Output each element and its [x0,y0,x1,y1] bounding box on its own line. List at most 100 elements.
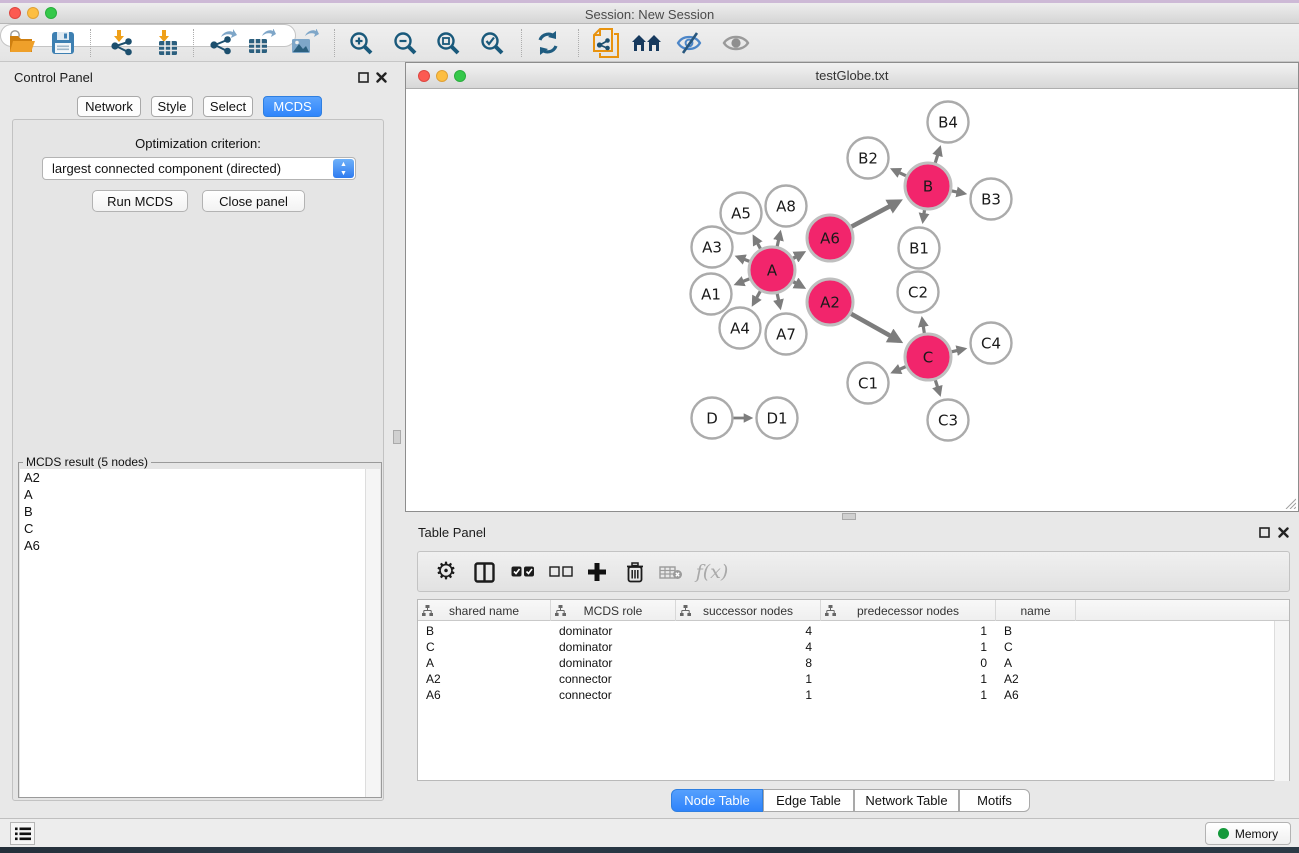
edge-A-A6[interactable] [792,253,803,259]
tab-style[interactable]: Style [151,96,193,117]
cell-predecessor-nodes[interactable]: 1 [821,623,996,639]
node-A2[interactable]: A2 [807,279,853,325]
node-A8[interactable]: A8 [766,186,807,227]
zoom-selected-button[interactable] [475,28,509,58]
add-column-button[interactable] [581,557,613,587]
tab-node-table[interactable]: Node Table [671,789,763,812]
horizontal-split-handle[interactable] [842,513,856,520]
node-B3[interactable]: B3 [971,179,1012,220]
export-table-button[interactable] [244,28,278,58]
cell-shared-name[interactable]: A6 [418,687,551,703]
cell-MCDS-role[interactable]: dominator [551,623,676,639]
task-history-button[interactable] [10,822,35,845]
node-C[interactable]: C [905,334,951,380]
cell-name[interactable]: A [996,655,1076,671]
column-header-MCDS-role[interactable]: MCDS role [551,600,676,621]
edge-B-B1[interactable] [923,209,925,221]
edge-A-A7[interactable] [777,292,780,307]
close-table-panel-icon[interactable] [1278,527,1289,538]
node-D[interactable]: D [692,398,733,439]
window-resize-grip[interactable] [1284,497,1296,509]
cell-shared-name[interactable]: B [418,623,551,639]
cell-successor-nodes[interactable]: 1 [676,687,821,703]
zoom-fit-button[interactable] [431,28,465,58]
cell-MCDS-role[interactable]: connector [551,687,676,703]
node-C2[interactable]: C2 [898,272,939,313]
cell-name[interactable]: A2 [996,671,1076,687]
node-A1[interactable]: A1 [691,274,732,315]
node-A6[interactable]: A6 [807,215,853,261]
edge-B-B3[interactable] [951,191,965,194]
edge-A-A2[interactable] [792,281,803,287]
save-session-button[interactable] [46,28,80,58]
memory-button[interactable]: Memory [1205,822,1291,845]
edge-C-C3[interactable] [935,379,940,394]
node-C4[interactable]: C4 [971,323,1012,364]
cell-name[interactable]: B [996,623,1076,639]
tab-edge-table[interactable]: Edge Table [763,789,854,812]
float-table-panel-icon[interactable] [1259,527,1270,538]
edge-A-A1[interactable] [737,278,751,283]
edge-A-A8[interactable] [777,233,780,248]
float-panel-icon[interactable] [358,72,369,83]
node-A3[interactable]: A3 [692,227,733,268]
result-item-b[interactable]: B [20,503,366,520]
open-file-button[interactable] [5,28,39,58]
tab-network[interactable]: Network [77,96,141,117]
edge-A2-C[interactable] [850,313,899,341]
zoom-out-button[interactable] [388,28,422,58]
network-window-titlebar[interactable]: testGlobe.txt [406,63,1298,89]
hide-selected-button[interactable] [673,28,707,58]
node-D1[interactable]: D1 [757,398,798,439]
edge-C-C1[interactable] [893,366,907,372]
cell-name[interactable]: C [996,639,1076,655]
network-canvas[interactable]: B4B2BB3A5A8A6B1A3AC2A1A2A4A7C4CC1C3DD1 [407,90,1298,511]
column-header-name[interactable]: name [996,600,1076,621]
close-panel-icon[interactable] [376,72,387,83]
select-all-columns-button[interactable] [507,557,539,587]
cell-MCDS-role[interactable]: dominator [551,655,676,671]
cell-predecessor-nodes[interactable]: 0 [821,655,996,671]
refresh-button[interactable] [531,28,565,58]
table-row-a[interactable]: Adominator80A [418,655,1289,671]
edge-C-C2[interactable] [922,319,924,334]
column-header-shared-name[interactable]: shared name [418,600,551,621]
table-row-a6[interactable]: A6connector11A6 [418,687,1289,703]
cell-predecessor-nodes[interactable]: 1 [821,687,996,703]
cell-MCDS-role[interactable]: connector [551,671,676,687]
export-network-button[interactable] [205,28,239,58]
node-A[interactable]: A [749,247,795,293]
table-scrollbar[interactable] [1274,621,1289,781]
cell-shared-name[interactable]: A2 [418,671,551,687]
import-table-button[interactable] [149,28,183,58]
close-panel-button[interactable]: Close panel [202,190,305,212]
new-network-from-selection-button[interactable] [589,28,623,58]
split-columns-button[interactable] [468,557,500,587]
node-A5[interactable]: A5 [721,193,762,234]
table-row-c[interactable]: Cdominator41C [418,639,1289,655]
criterion-dropdown[interactable]: largest connected component (directed) ▲… [42,157,356,180]
table-row-b[interactable]: Bdominator41B [418,623,1289,639]
node-C3[interactable]: C3 [928,400,969,441]
delete-table-button[interactable] [655,557,687,587]
result-list-scrollbar[interactable] [365,469,380,797]
tab-motifs[interactable]: Motifs [959,789,1030,812]
result-item-c[interactable]: C [20,520,366,537]
tab-mcds[interactable]: MCDS [263,96,322,117]
node-B[interactable]: B [905,163,951,209]
table-row-a2[interactable]: A2connector11A2 [418,671,1289,687]
cell-shared-name[interactable]: A [418,655,551,671]
node-A7[interactable]: A7 [766,314,807,355]
column-header-successor-nodes[interactable]: successor nodes [676,600,821,621]
vertical-split-handle[interactable] [393,430,401,444]
cell-successor-nodes[interactable]: 1 [676,671,821,687]
import-network-button[interactable] [104,28,138,58]
result-item-a[interactable]: A [20,486,366,503]
cell-name[interactable]: A6 [996,687,1076,703]
cell-successor-nodes[interactable]: 4 [676,639,821,655]
result-item-a6[interactable]: A6 [20,537,366,554]
cell-predecessor-nodes[interactable]: 1 [821,671,996,687]
column-header-predecessor-nodes[interactable]: predecessor nodes [821,600,996,621]
deselect-all-columns-button[interactable] [545,557,577,587]
first-neighbors-button[interactable] [630,28,664,58]
